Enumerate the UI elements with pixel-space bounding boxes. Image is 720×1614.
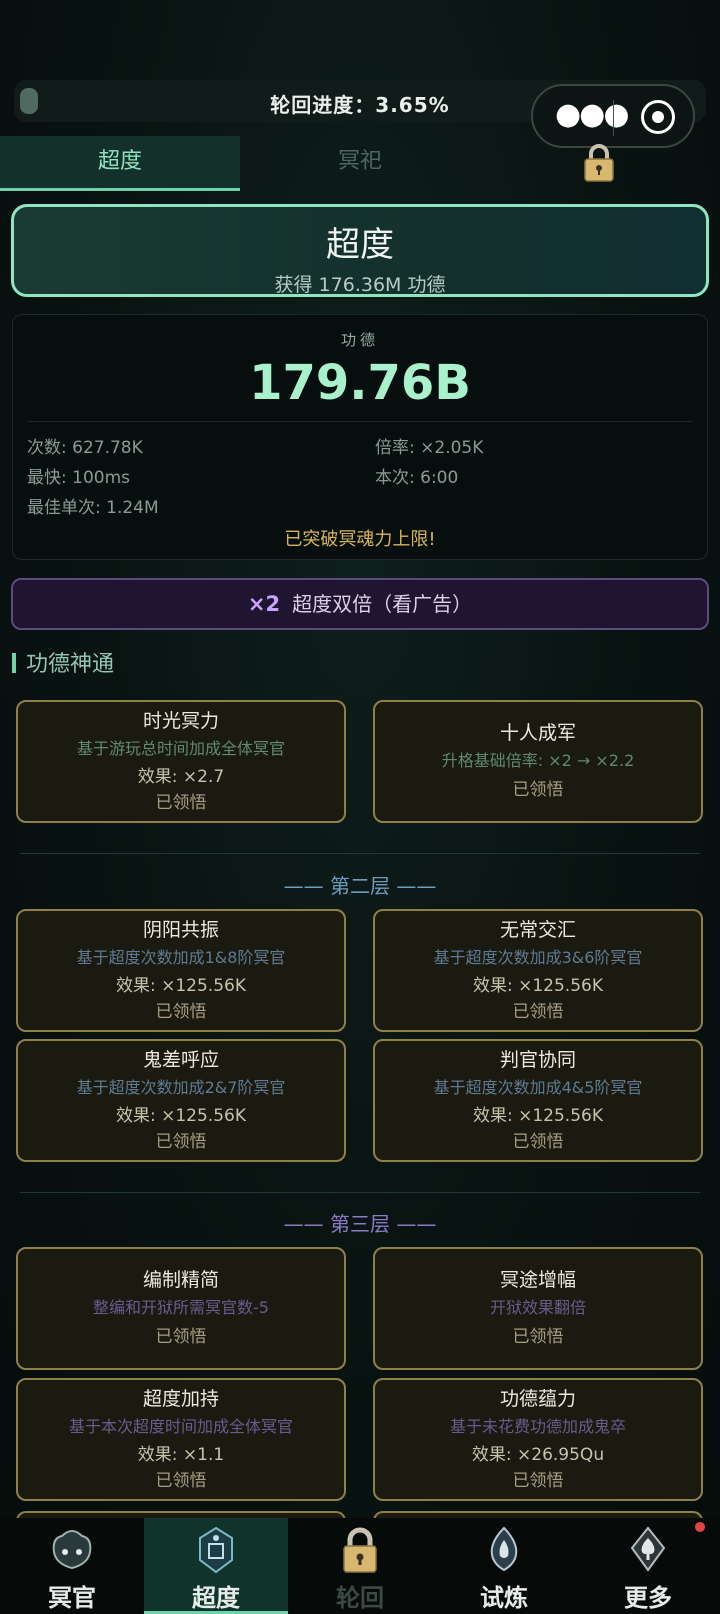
ad-button-label: 超度双倍（看广告） xyxy=(292,592,473,616)
skill-status: 已领悟 xyxy=(155,1327,207,1347)
merit-stats-panel: 功德 179.76B 次数: 627.78K 倍率: ×2.05K 最快: 10… xyxy=(12,314,708,560)
nav-label: 超度 xyxy=(192,1584,240,1612)
stat-rate: 倍率: ×2.05K xyxy=(375,438,484,458)
skill-card[interactable]: 十人成军 升格基础倍率: ×2 → ×2.2 已领悟 xyxy=(373,700,703,823)
skill-desc: 基于超度次数加成1&8阶冥官 xyxy=(76,948,286,967)
ghost-mask-icon xyxy=(52,1530,92,1570)
tab-chaodu[interactable]: 超度 xyxy=(0,136,240,191)
skill-name: 冥途增幅 xyxy=(499,1269,576,1291)
layer-divider xyxy=(20,1192,700,1193)
nav-label: 轮回 xyxy=(336,1584,384,1612)
tab-mingsi[interactable]: 冥祀 xyxy=(240,136,480,191)
nav-label: 更多 xyxy=(624,1584,672,1612)
more-dots-icon[interactable]: ●●● xyxy=(555,100,630,130)
chaodu-reward: 获得 176.36M 功德 xyxy=(274,274,446,296)
skill-desc: 基于超度次数加成3&6阶冥官 xyxy=(433,948,643,967)
skill-status: 已领悟 xyxy=(512,1132,564,1152)
skill-card[interactable]: 功德蕴力 基于未花费功德加成鬼卒 效果: ×26.95Qu 已领悟 xyxy=(373,1378,703,1501)
skill-desc: 基于本次超度时间加成全体冥官 xyxy=(68,1417,293,1436)
skill-name: 功德蕴力 xyxy=(499,1388,576,1410)
altar-icon xyxy=(199,1526,233,1574)
skill-status: 已领悟 xyxy=(155,1132,207,1152)
skill-name: 鬼差呼应 xyxy=(142,1049,219,1071)
stat-current: 本次: 6:00 xyxy=(375,468,459,488)
chaodu-title: 超度 xyxy=(326,225,394,265)
skill-card[interactable]: 判官协同 基于超度次数加成4&5阶冥官 效果: ×125.56K 已领悟 xyxy=(373,1039,703,1162)
section-title-text: 功德神通 xyxy=(26,652,115,677)
merit-label: 功德 xyxy=(340,331,379,349)
spade-emblem-icon xyxy=(630,1526,666,1572)
skill-effect: 效果: ×2.7 xyxy=(137,767,225,787)
skill-effect: 效果: ×125.56K xyxy=(115,1106,246,1126)
nav-chaodu[interactable]: 超度 xyxy=(144,1518,288,1614)
skill-effect: 效果: ×1.1 xyxy=(137,1445,225,1465)
skill-card[interactable]: 无常交汇 基于超度次数加成3&6阶冥官 效果: ×125.56K 已领悟 xyxy=(373,909,703,1032)
skill-name: 阴阳共振 xyxy=(142,919,219,941)
skill-card[interactable]: 编制精简 整编和开狱所需冥官数-5 已领悟 xyxy=(16,1247,346,1370)
skill-name: 判官协同 xyxy=(499,1049,576,1071)
skill-effect: 效果: ×26.95Qu xyxy=(471,1445,605,1465)
nav-label: 冥官 xyxy=(48,1584,96,1612)
skill-effect: 效果: ×125.56K xyxy=(472,976,603,996)
skill-desc: 整编和开狱所需冥官数-5 xyxy=(93,1298,269,1317)
skill-status: 已领悟 xyxy=(512,1471,564,1491)
bottom-navigation: 冥官 超度 轮回 试炼 更多 xyxy=(0,1518,720,1614)
skill-status: 已领悟 xyxy=(512,1002,564,1022)
nav-more[interactable]: 更多 xyxy=(576,1518,720,1614)
stat-best-single: 最佳单次: 1.24M xyxy=(27,498,159,518)
nav-label: 试炼 xyxy=(480,1584,528,1612)
skill-effect: 效果: ×125.56K xyxy=(115,976,246,996)
skill-card[interactable]: 时光冥力 基于游玩总时间加成全体冥官 效果: ×2.7 已领悟 xyxy=(16,700,346,823)
layer-3-title: —— 第三层 —— xyxy=(283,1212,437,1236)
lock-icon xyxy=(343,1527,377,1573)
skill-name: 十人成军 xyxy=(499,722,576,744)
nav-shilian[interactable]: 试炼 xyxy=(432,1518,576,1614)
skill-name: 超度加持 xyxy=(142,1388,219,1410)
skill-card[interactable]: 超度加持 基于本次超度时间加成全体冥官 效果: ×1.1 已领悟 xyxy=(16,1378,346,1501)
notification-dot xyxy=(695,1522,705,1532)
flame-shield-icon xyxy=(490,1526,518,1572)
skill-status: 已领悟 xyxy=(155,1471,207,1491)
close-target-icon[interactable] xyxy=(641,100,675,134)
chaodu-action-button[interactable]: 超度 获得 176.36M 功德 xyxy=(11,204,709,297)
merit-value: 179.76B xyxy=(249,355,471,411)
skill-desc: 基于游玩总时间加成全体冥官 xyxy=(76,739,285,758)
skill-name: 时光冥力 xyxy=(142,710,219,732)
nav-mingguan[interactable]: 冥官 xyxy=(0,1518,144,1614)
skill-status: 已领悟 xyxy=(512,780,564,800)
layer-divider xyxy=(20,853,700,854)
stat-count: 次数: 627.78K xyxy=(27,438,143,458)
layer-2-title: —— 第二层 —— xyxy=(283,874,437,898)
lock-icon xyxy=(584,144,614,182)
stats-divider xyxy=(27,421,693,422)
skill-status: 已领悟 xyxy=(155,793,207,813)
nav-lunhui[interactable]: 轮回 xyxy=(288,1518,432,1614)
skill-desc: 开狱效果翻倍 xyxy=(489,1298,586,1317)
skill-desc: 基于未花费功德加成鬼卒 xyxy=(449,1417,626,1436)
skill-desc: 基于超度次数加成4&5阶冥官 xyxy=(433,1078,643,1097)
multiplier-badge: ×2 xyxy=(247,592,281,616)
stat-fastest: 最快: 100ms xyxy=(27,468,130,488)
skill-card[interactable]: 阴阳共振 基于超度次数加成1&8阶冥官 效果: ×125.56K 已领悟 xyxy=(16,909,346,1032)
double-reward-ad-button[interactable]: ×2 超度双倍（看广告） xyxy=(11,578,709,630)
skill-effect: 效果: ×125.56K xyxy=(472,1106,603,1126)
skill-card[interactable]: 鬼差呼应 基于超度次数加成2&7阶冥官 效果: ×125.56K 已领悟 xyxy=(16,1039,346,1162)
section-heading: 功德神通 xyxy=(12,646,114,678)
skill-status: 已领悟 xyxy=(512,1327,564,1347)
skill-desc: 升格基础倍率: ×2 → ×2.2 xyxy=(441,751,635,770)
skill-card[interactable]: 冥途增幅 开狱效果翻倍 已领悟 xyxy=(373,1247,703,1370)
skill-status: 已领悟 xyxy=(155,1002,207,1022)
skill-name: 无常交汇 xyxy=(499,919,576,941)
capsule-divider xyxy=(613,100,614,136)
cap-warning: 已突破冥魂力上限! xyxy=(284,529,436,550)
skill-desc: 基于超度次数加成2&7阶冥官 xyxy=(76,1078,286,1097)
skill-name: 编制精简 xyxy=(142,1269,219,1291)
